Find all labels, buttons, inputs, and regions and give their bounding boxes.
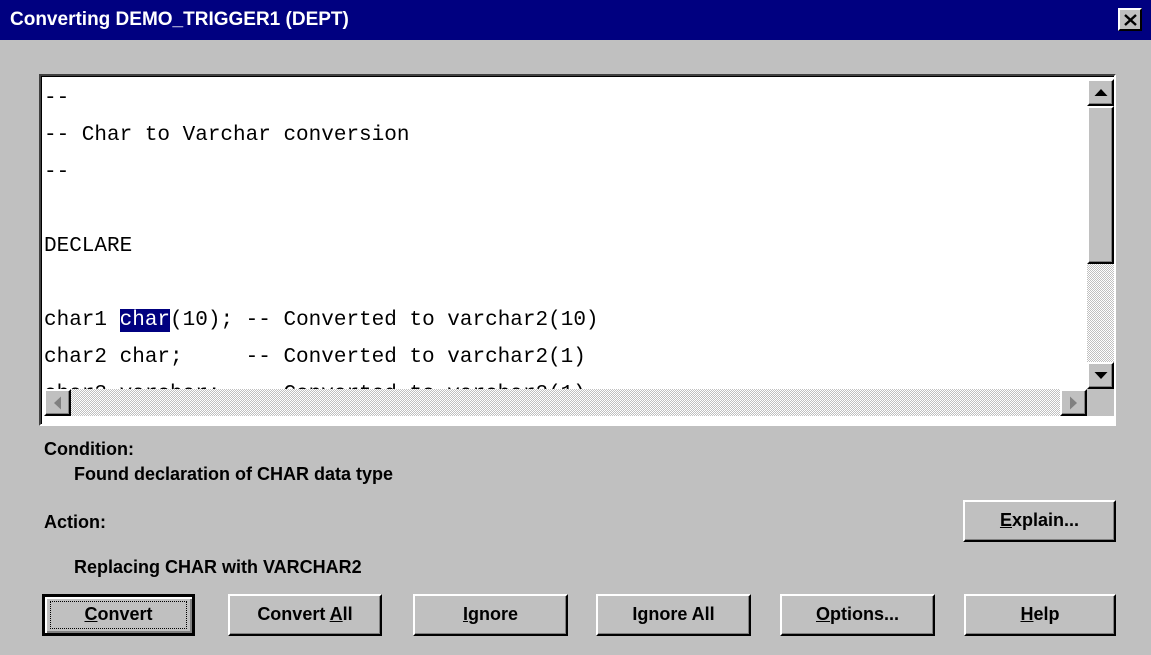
scroll-left-button[interactable] bbox=[44, 389, 71, 416]
selected-text[interactable]: char bbox=[119, 309, 171, 332]
scrollbar-corner bbox=[1087, 389, 1114, 416]
title-bar: Converting DEMO_TRIGGER1 (DEPT) bbox=[0, 0, 1151, 40]
arrow-up-icon bbox=[1094, 88, 1107, 96]
code-line: DECLARE bbox=[44, 235, 133, 258]
condition-text: Found declaration of CHAR data type bbox=[74, 464, 394, 484]
arrow-left-icon bbox=[53, 396, 61, 409]
close-icon bbox=[1124, 14, 1137, 26]
arrow-right-icon bbox=[1069, 396, 1077, 409]
vertical-scrollbar[interactable] bbox=[1087, 79, 1114, 389]
convert-button[interactable]: Convert bbox=[42, 594, 195, 636]
action-text: Replacing CHAR with VARCHAR2 bbox=[74, 557, 362, 577]
code-line: -- Char to Varchar conversion bbox=[44, 124, 410, 147]
explain-button[interactable]: Explain... bbox=[963, 500, 1116, 542]
code-text[interactable]: -- -- Char to Varchar conversion -- DECL… bbox=[44, 80, 1084, 392]
action-label: Action: bbox=[44, 512, 106, 532]
code-line: -- bbox=[44, 87, 70, 110]
ignore-button[interactable]: Ignore bbox=[413, 594, 568, 636]
code-line-start: char1 bbox=[44, 309, 120, 332]
help-button[interactable]: Help bbox=[964, 594, 1116, 636]
horizontal-scrollbar[interactable] bbox=[44, 389, 1087, 416]
scroll-down-button[interactable] bbox=[1087, 362, 1114, 389]
scroll-right-button[interactable] bbox=[1060, 389, 1087, 416]
code-line: char2 char; -- Converted to varchar2(1) bbox=[44, 346, 586, 369]
condition-label: Condition: bbox=[44, 439, 134, 459]
ignore-all-button[interactable]: Ignore All bbox=[596, 594, 751, 636]
code-line: -- bbox=[44, 161, 70, 184]
window-title: Converting DEMO_TRIGGER1 (DEPT) bbox=[10, 9, 349, 30]
code-editor[interactable]: -- -- Char to Varchar conversion -- DECL… bbox=[39, 74, 1116, 426]
convert-all-button[interactable]: Convert All bbox=[228, 594, 382, 636]
options-button[interactable]: Options... bbox=[780, 594, 935, 636]
arrow-down-icon bbox=[1094, 371, 1107, 379]
scroll-up-button[interactable] bbox=[1087, 79, 1114, 106]
code-line-selected: char1 char(10); -- Converted to varchar2… bbox=[44, 302, 1084, 339]
code-line-rest: (10); -- Converted to varchar2(10) bbox=[170, 309, 599, 332]
vertical-scroll-thumb[interactable] bbox=[1087, 106, 1114, 264]
close-button[interactable] bbox=[1118, 8, 1142, 31]
